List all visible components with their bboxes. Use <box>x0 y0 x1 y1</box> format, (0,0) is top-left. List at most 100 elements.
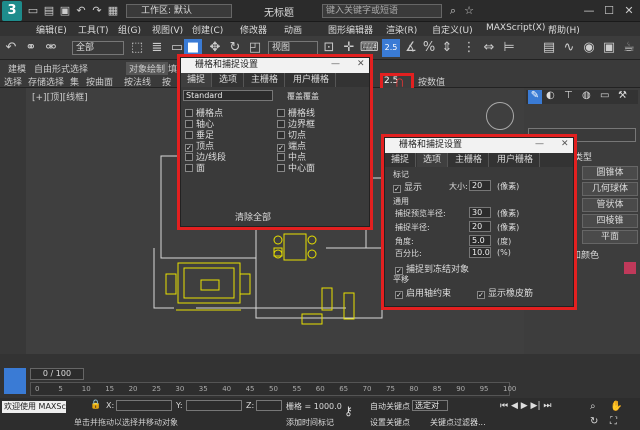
z-coord-input[interactable] <box>256 400 282 411</box>
key-icon[interactable]: ⚷ <box>344 404 353 418</box>
lock-icon[interactable]: 🔒 <box>90 400 101 410</box>
hierarchy-tab-icon[interactable]: ⊤ <box>564 90 573 101</box>
ribbon-by-normal[interactable]: 按法线 <box>124 75 151 88</box>
y-coord-input[interactable] <box>186 400 242 411</box>
x-label: X: <box>106 401 115 410</box>
ribbon-select-tool[interactable]: 选择 <box>4 75 22 88</box>
link-icon[interactable]: ⚭ <box>22 39 40 57</box>
ribbon-by[interactable]: 按 <box>162 75 171 88</box>
ribbon-by-numeric[interactable]: 按数值 <box>418 75 445 88</box>
menu-create[interactable]: 创建(C) <box>192 23 223 36</box>
timeline-tick-label: 5 <box>58 385 63 393</box>
align-icon[interactable]: ⊨ <box>500 39 518 57</box>
maximize-icon[interactable]: ☐ <box>602 4 616 18</box>
binoculars-icon[interactable]: ⌕ <box>446 4 460 18</box>
auto-key-button[interactable]: 自动关键点 <box>370 401 410 412</box>
ribbon-store-selection[interactable]: 存储选择 <box>28 75 64 88</box>
menu-animation[interactable]: 动画 <box>284 23 302 36</box>
maxscript-mini-listener[interactable]: 欢迎使用 MAXSc <box>2 401 66 413</box>
pyramid-button[interactable]: 四棱锥 <box>582 214 638 228</box>
viewcube-icon[interactable] <box>486 102 514 130</box>
ribbon-set[interactable]: 集 <box>70 75 79 88</box>
reference-coord-select[interactable]: 视图 <box>268 41 318 55</box>
motion-tab-icon[interactable]: ◍ <box>582 90 591 101</box>
ribbon-tab-selection[interactable]: 选择 <box>70 62 88 75</box>
angle-snap-icon[interactable]: ∡ <box>402 39 420 57</box>
dialog1-highlight-box <box>177 54 373 230</box>
menu-maxscript[interactable]: MAXScript(X) <box>486 23 545 33</box>
ribbon-by-surface[interactable]: 按曲面 <box>86 75 113 88</box>
set-key-button[interactable]: 设置关键点 <box>370 417 410 428</box>
timeline-tick-label: 75 <box>386 385 395 393</box>
maximize-viewport-icon[interactable]: ⛶ <box>610 416 617 427</box>
menu-help[interactable]: 帮助(H) <box>548 23 580 36</box>
close-icon[interactable]: ✕ <box>622 4 636 18</box>
new-file-icon[interactable]: ▭ <box>26 4 40 18</box>
timeline-track[interactable]: 0 5 10 15 20 25 30 35 40 45 50 55 60 65 70 75 80 85 90 95 10… <box>30 382 516 396</box>
timeline-tick-label: 20 <box>128 385 138 393</box>
menu-modifiers[interactable]: 修改器 <box>240 23 267 36</box>
plane-button[interactable]: 平面 <box>582 230 638 244</box>
mirror-icon[interactable]: ⇔ <box>480 39 498 57</box>
zoom-icon[interactable]: ⌕ <box>590 401 596 412</box>
minimize-icon[interactable]: — <box>582 4 596 18</box>
modify-tab-icon[interactable]: ◐ <box>546 90 555 101</box>
key-filters-button[interactable]: 关键点过滤器... <box>430 417 486 428</box>
timeline-tick-label: 15 <box>105 385 115 393</box>
undo-icon[interactable]: ↶ <box>2 39 20 57</box>
playback-controls[interactable]: ⏮ ◀ ▶ ▶| ⏭ <box>500 401 551 411</box>
select-by-name-icon[interactable]: ≣ <box>148 39 166 57</box>
menu-tools[interactable]: 工具(T) <box>78 23 109 36</box>
maxscript-listener-icon[interactable] <box>4 368 26 394</box>
time-slider-frame[interactable]: 0 / 100 <box>30 368 84 380</box>
x-coord-input[interactable] <box>116 400 172 411</box>
orbit-icon[interactable]: ↻ <box>590 416 598 427</box>
bookmark-icon[interactable]: ☆ <box>462 4 476 18</box>
menu-customize[interactable]: 自定义(U) <box>432 23 473 36</box>
percent-snap-icon[interactable]: % <box>420 39 438 57</box>
material-editor-icon[interactable]: ◉ <box>580 39 598 57</box>
create-tab-icon[interactable]: ✎ <box>528 90 542 104</box>
workspace-select[interactable]: 工作区: 默认 <box>126 4 232 18</box>
display-tab-icon[interactable]: ▭ <box>600 90 609 101</box>
timeline-tick-label: 25 <box>152 385 161 393</box>
menu-graph-editors[interactable]: 图形编辑器 <box>328 23 373 36</box>
render-icon[interactable]: ☕ <box>620 39 638 57</box>
add-time-tag-button[interactable]: 添加时间标记 <box>286 417 334 428</box>
timeline-tick-label: 10 <box>81 385 91 393</box>
timeline-tick-label: 0 <box>35 385 40 393</box>
app-logo-icon[interactable]: 3 <box>2 1 22 21</box>
layer-icon[interactable]: ▤ <box>540 39 558 57</box>
render-setup-icon[interactable]: ▣ <box>600 39 618 57</box>
unlink-icon[interactable]: ⚮ <box>42 39 60 57</box>
timeline-tick-label: 100 <box>503 385 517 393</box>
search-input[interactable]: 键入关键字或短语 <box>322 4 442 18</box>
select-object-icon[interactable]: ⬚ <box>128 39 146 57</box>
color-swatch[interactable] <box>624 262 636 274</box>
menu-view[interactable]: 视图(V) <box>152 23 183 36</box>
curve-editor-icon[interactable]: ∿ <box>560 39 578 57</box>
open-file-icon[interactable]: ▤ <box>42 4 56 18</box>
menu-render[interactable]: 渲染(R) <box>386 23 417 36</box>
spinner-snap-icon[interactable]: ⇕ <box>438 39 456 57</box>
redo-icon[interactable]: ↷ <box>90 4 104 18</box>
project-icon[interactable]: ▦ <box>106 4 120 18</box>
snap-toggle-button[interactable]: 2.5 <box>382 39 400 57</box>
save-icon[interactable]: ▣ <box>58 4 72 18</box>
cone-button[interactable]: 圆锥体 <box>582 166 638 180</box>
undo-icon[interactable]: ↶ <box>74 4 88 18</box>
tube-button[interactable]: 管状体 <box>582 198 638 212</box>
ribbon-tab-object-paint[interactable]: 对象绘制 <box>126 62 169 75</box>
prompt-line: 单击并拖动以选择并移动对象 <box>74 418 178 427</box>
selected-select[interactable]: 选定对 <box>412 400 448 411</box>
menu-group[interactable]: 组(G) <box>118 23 141 36</box>
ribbon-tab-modeling[interactable]: 建模 <box>8 62 26 75</box>
utilities-tab-icon[interactable]: ⚒ <box>618 90 627 101</box>
selection-filter-select[interactable]: 全部 <box>72 41 124 55</box>
bottom-area: 0 / 100 0 5 10 15 20 25 30 35 40 45 50 55 60 65 70 75 80… <box>0 354 640 430</box>
geosphere-button[interactable]: 几何球体 <box>582 182 638 196</box>
pan-icon[interactable]: ✋ <box>610 401 622 412</box>
menu-edit[interactable]: 编辑(E) <box>36 23 67 36</box>
ribbon-tab-freeform[interactable]: 自由形式 <box>34 62 70 75</box>
named-selection-icon[interactable]: ⋮ <box>460 39 478 57</box>
